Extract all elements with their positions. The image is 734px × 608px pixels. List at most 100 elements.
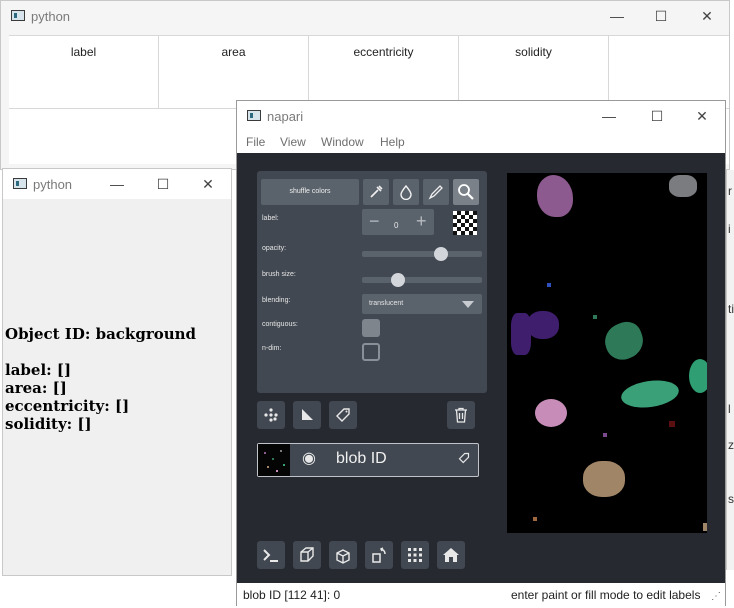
- info-window: python — ☐ ✕ Object ID: background label…: [2, 168, 232, 576]
- window-title: python: [33, 177, 73, 192]
- blending-label: blending:: [262, 297, 291, 304]
- menu-window[interactable]: Window: [321, 135, 364, 149]
- label-blob: [535, 399, 567, 427]
- status-hint: enter paint or fill mode to edit labels: [511, 588, 701, 602]
- layer-type-tag-icon: [458, 452, 470, 467]
- menu-bar: File View Window Help: [237, 131, 725, 153]
- blending-value: translucent: [369, 300, 404, 307]
- column-header-eccentricity[interactable]: eccentricity: [309, 36, 459, 108]
- table-window-titlebar[interactable]: python — ☐ ✕: [1, 1, 729, 33]
- home-icon: [443, 548, 459, 562]
- label-blob: [603, 433, 607, 437]
- column-header-label[interactable]: label: [9, 36, 159, 108]
- strip-text: l: [728, 402, 731, 416]
- label-value-text: label: []: [5, 361, 72, 379]
- home-button[interactable]: [437, 541, 465, 569]
- strip-text: z: [728, 438, 734, 452]
- menu-view[interactable]: View: [280, 135, 306, 149]
- ndisplay-button[interactable]: [293, 541, 321, 569]
- napari-titlebar[interactable]: napari — ☐ ✕: [237, 101, 725, 131]
- eccentricity-value-text: eccentricity: []: [5, 397, 130, 415]
- delete-layer-button[interactable]: [447, 401, 475, 429]
- plus-icon[interactable]: +: [416, 212, 427, 230]
- maximize-icon[interactable]: ☐: [153, 175, 173, 193]
- eyedropper-icon[interactable]: [363, 179, 389, 205]
- label-blob: [703, 523, 707, 531]
- window-title: python: [31, 9, 71, 24]
- brush-size-slider[interactable]: [362, 273, 482, 287]
- contiguous-checkbox[interactable]: [362, 319, 380, 337]
- strip-text: i: [728, 222, 731, 236]
- object-id-text: Object ID: background: [5, 325, 197, 343]
- layer-thumbnail: [258, 444, 290, 476]
- strip-text: s: [728, 492, 734, 506]
- console-button[interactable]: [257, 541, 285, 569]
- new-shapes-layer-button[interactable]: [293, 401, 321, 429]
- delete-icon: [455, 407, 467, 423]
- minimize-icon[interactable]: —: [599, 107, 619, 125]
- label-blob: [527, 311, 559, 339]
- console-icon: [263, 549, 278, 562]
- status-coordinates: blob ID [112 41]: 0: [243, 588, 341, 602]
- ndim-checkbox[interactable]: [362, 343, 380, 361]
- label-label: label:: [262, 215, 279, 222]
- app-icon: [13, 178, 27, 189]
- column-header-area[interactable]: area: [159, 36, 309, 108]
- maximize-icon[interactable]: ☐: [651, 7, 671, 25]
- brush-size-label: brush size:: [262, 271, 296, 278]
- area-value-text: area: []: [5, 379, 67, 397]
- label-color-swatch: [453, 211, 477, 235]
- minus-icon[interactable]: −: [369, 212, 380, 230]
- fill-drop-icon[interactable]: [393, 179, 419, 205]
- solidity-value-text: solidity: []: [5, 415, 92, 433]
- roll-icon: [336, 549, 350, 564]
- points-icon: [264, 408, 278, 422]
- grid-view-button[interactable]: [401, 541, 429, 569]
- new-labels-layer-button[interactable]: [329, 401, 357, 429]
- resize-grip-icon[interactable]: ⋰: [711, 591, 721, 602]
- layer-list-item[interactable]: ◉ blob ID: [257, 443, 479, 477]
- label-blob: [619, 377, 681, 411]
- label-blob: [669, 421, 675, 427]
- column-header-solidity[interactable]: solidity: [459, 36, 609, 108]
- menu-help[interactable]: Help: [380, 135, 405, 149]
- background-window-strip: r i ti l z s: [726, 170, 734, 570]
- new-points-layer-button[interactable]: [257, 401, 285, 429]
- label-blob: [583, 461, 625, 497]
- visibility-eye-icon[interactable]: ◉: [302, 450, 316, 468]
- menu-file[interactable]: File: [246, 135, 265, 149]
- minimize-icon[interactable]: —: [607, 7, 627, 25]
- brush-size-slider-handle[interactable]: [390, 273, 405, 287]
- ndisplay-icon: [300, 547, 314, 562]
- close-icon[interactable]: ✕: [697, 7, 717, 25]
- brush-icon[interactable]: [423, 179, 449, 205]
- label-blob: [533, 517, 537, 521]
- label-blob: [599, 317, 649, 365]
- blending-dropdown[interactable]: translucent: [362, 294, 482, 314]
- opacity-slider-handle[interactable]: [434, 247, 449, 261]
- napari-window: napari — ☐ ✕ File View Window Help shuff…: [236, 100, 726, 607]
- image-canvas[interactable]: [507, 173, 707, 533]
- labels-tag-icon: [336, 408, 350, 422]
- napari-app-icon: [247, 110, 261, 121]
- magnifier-icon[interactable]: [453, 179, 479, 205]
- transpose-dims-button[interactable]: [365, 541, 393, 569]
- label-blob: [669, 175, 697, 197]
- minimize-icon[interactable]: —: [107, 175, 127, 193]
- contiguous-label: contiguous:: [262, 321, 298, 328]
- close-icon[interactable]: ✕: [198, 175, 218, 193]
- close-icon[interactable]: ✕: [692, 107, 712, 125]
- layer-name[interactable]: blob ID: [336, 450, 387, 468]
- transpose-icon: [372, 547, 386, 563]
- opacity-slider[interactable]: [362, 247, 482, 261]
- strip-text: r: [728, 184, 732, 198]
- layer-controls-panel: shuffle colors label: − 0 + opacity: bru…: [257, 171, 487, 393]
- label-blob: [689, 359, 707, 393]
- maximize-icon[interactable]: ☐: [647, 107, 667, 125]
- label-blob: [593, 315, 597, 319]
- opacity-label: opacity:: [262, 245, 287, 252]
- info-window-titlebar[interactable]: python — ☐ ✕: [3, 169, 231, 199]
- label-spinbox[interactable]: − 0 +: [362, 209, 434, 235]
- shuffle-colors-button[interactable]: shuffle colors: [261, 179, 359, 205]
- roll-dims-button[interactable]: [329, 541, 357, 569]
